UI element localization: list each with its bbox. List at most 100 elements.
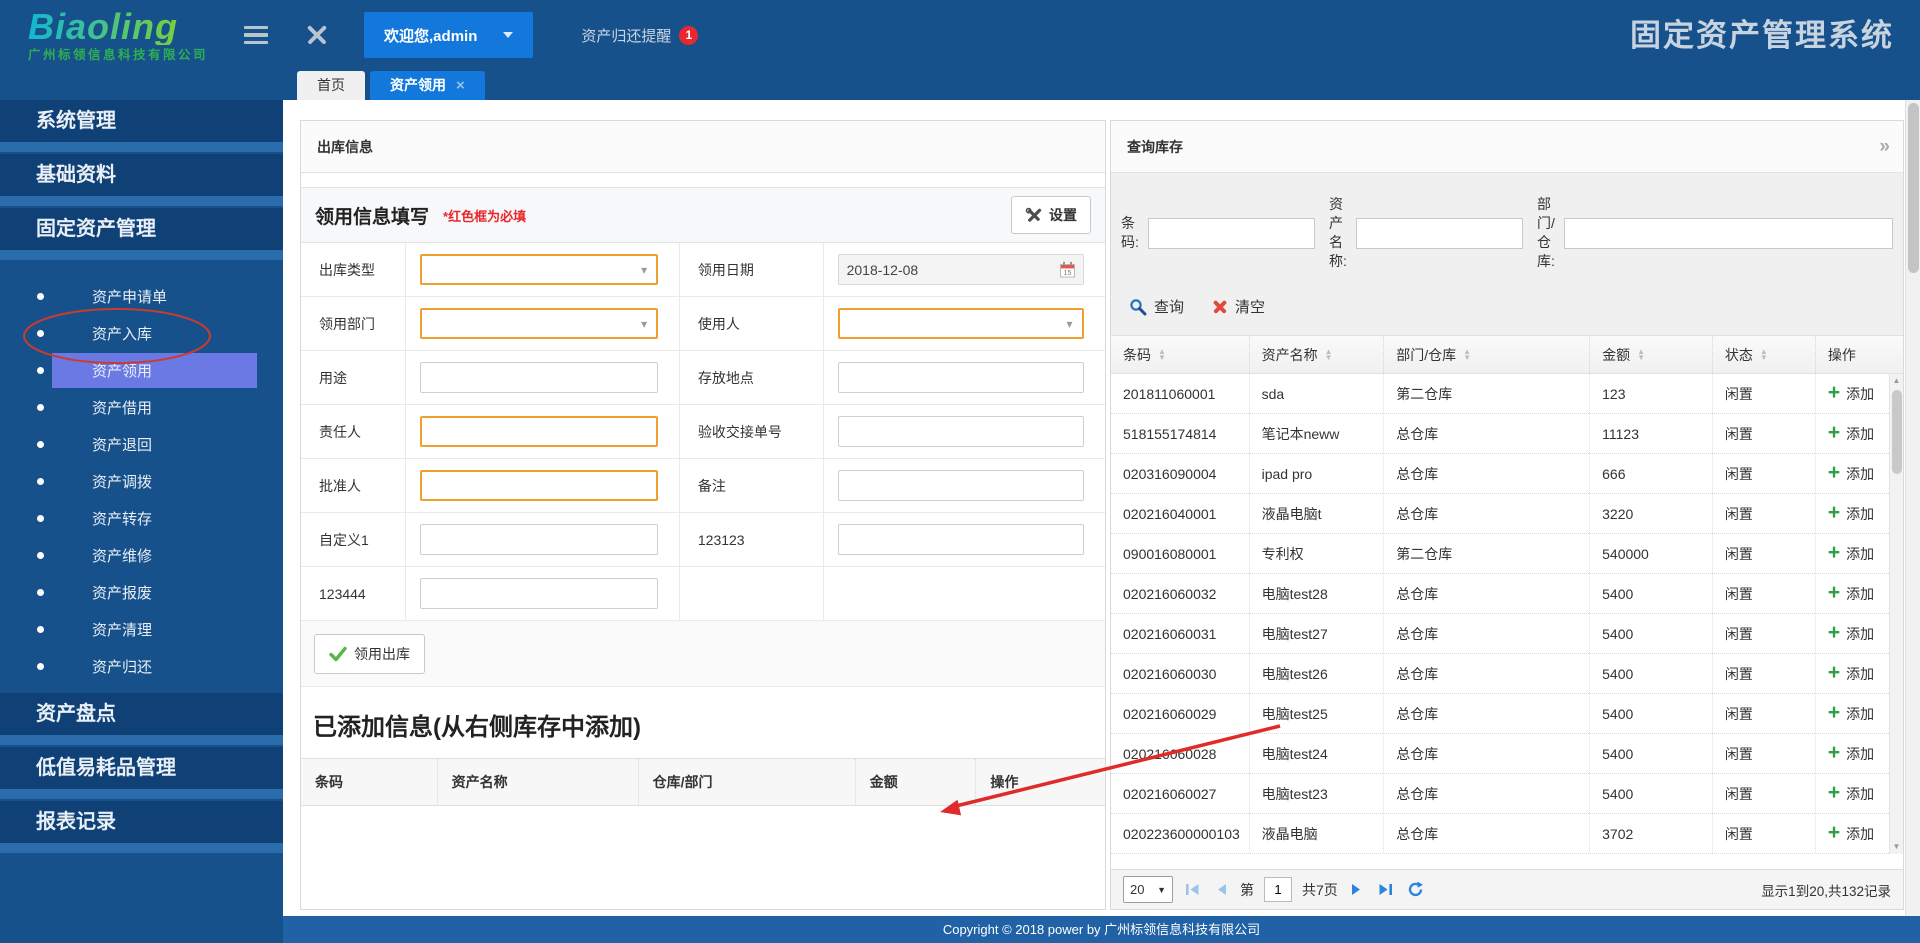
tab-close-icon[interactable]: × [456,78,465,93]
table-row[interactable]: 020216060030 电脑test26 总仓库 5400 闲置 + 添加 [1111,654,1903,694]
outbound-submit-button[interactable]: 领用出库 [314,633,425,674]
form-title: 领用信息填写 [315,206,430,228]
first-page-button[interactable] [1185,882,1201,897]
clear-button[interactable]: 清空 [1212,296,1265,317]
filter-input[interactable] [1148,217,1315,249]
page-scrollbar-thumb[interactable] [1907,103,1919,273]
stock-column-header[interactable]: 状态 ▲ ▼ [1713,336,1816,373]
table-cell: 闲置 [1713,374,1816,413]
table-scrollbar[interactable]: ▲ ▼ [1889,374,1903,854]
scroll-up-icon[interactable]: ▲ [1890,374,1903,388]
form-text-input[interactable] [419,416,659,447]
sidebar-section[interactable]: 低值易耗品管理 [0,747,283,789]
refresh-button[interactable] [1407,881,1424,898]
page-scrollbar[interactable] [1905,100,1920,916]
table-row[interactable]: 090016080001 专利权 第二仓库 540000 闲置 + 添加 [1111,534,1903,574]
filter-input[interactable] [1564,217,1893,249]
sidebar-item[interactable]: 资产报废 [0,574,283,611]
form-text-input[interactable] [837,470,1084,501]
prev-page-button[interactable] [1215,882,1228,897]
form-text-input[interactable] [837,524,1084,555]
plus-icon: + [1827,581,1841,604]
sidebar-item[interactable]: 资产转存 [0,500,283,537]
add-row-button[interactable]: + 添加 [1828,622,1874,644]
form-text-input[interactable] [419,470,659,501]
table-row[interactable]: 020216040001 液晶电脑t 总仓库 3220 闲置 + 添加 [1111,494,1903,534]
add-row-button[interactable]: + 添加 [1828,782,1874,804]
form-text-input[interactable] [837,362,1084,393]
search-button[interactable]: 查询 [1129,296,1184,317]
sidebar-section[interactable]: 资产盘点 [0,693,283,735]
table-row[interactable]: 020216060031 电脑test27 总仓库 5400 闲置 + 添加 [1111,614,1903,654]
return-reminder[interactable]: 资产归还提醒 1 [581,25,699,46]
settings-button[interactable]: 设置 [1011,196,1091,234]
add-row-button[interactable]: + 添加 [1828,742,1874,764]
page-number-input[interactable] [1264,877,1292,902]
sidebar-submenu: 资产申请单 资产入库 资产领用 资产借用 资产退回 资产调拨资产转存资产维修 资产报废 资产清… [0,262,283,693]
logo-subtitle: 广州标领信息科技有限公司 [28,47,209,62]
add-row-button[interactable]: + 添加 [1828,502,1874,524]
page-size-select[interactable]: 20 ▼ [1123,876,1173,903]
table-cell: 闲置 [1713,494,1816,533]
table-row[interactable]: 518155174814 笔记本neww 总仓库 11123 闲置 + 添加 [1111,414,1903,454]
sidebar-item[interactable]: 资产入库 [0,315,283,352]
sidebar-item[interactable]: 资产清理 [0,611,283,648]
last-page-button[interactable] [1377,882,1393,897]
sidebar-item[interactable]: 资产借用 [0,389,283,426]
date-input[interactable]: 2018-12-08 15 [837,254,1084,285]
add-row-button[interactable]: + 添加 [1828,662,1874,684]
table-row[interactable]: 020223600000103 液晶电脑 总仓库 3702 闲置 + 添加 [1111,814,1903,854]
add-row-button[interactable]: + 添加 [1828,382,1874,404]
sidebar-section[interactable]: 系统管理 [0,100,283,142]
table-row[interactable]: 020216060032 电脑test28 总仓库 5400 闲置 + 添加 [1111,574,1903,614]
stock-column-header[interactable]: 资产名称 ▲ ▼ [1250,336,1385,373]
plus-icon: + [1827,461,1841,484]
add-row-button[interactable]: + 添加 [1827,581,1874,604]
add-row-button[interactable]: + 添加 [1828,422,1874,444]
menu-toggle-icon[interactable] [244,25,269,45]
filter-input[interactable] [1356,217,1523,249]
add-row-button[interactable]: + 添加 [1827,461,1875,484]
add-row-button[interactable]: + 添加 [1828,702,1874,724]
sidebar-item[interactable]: 资产归还 [0,648,283,685]
add-row-button[interactable]: + 添加 [1828,542,1874,564]
sidebar-item[interactable]: 资产调拨 [0,463,283,500]
table-cell: 总仓库 [1384,494,1591,533]
form-select[interactable]: ▾ [419,308,659,339]
sidebar-item-active[interactable]: 资产领用 [0,352,283,389]
table-row[interactable]: 020316090004 ipad pro 总仓库 666 闲置 + 添加 [1111,454,1903,494]
sidebar-item[interactable]: 资产申请单 [0,278,283,315]
form-text-input[interactable] [419,578,659,609]
form-select[interactable]: ▾ [837,308,1084,339]
form-text-input[interactable] [837,416,1084,447]
sidebar-item[interactable]: 资产退回 [0,426,283,463]
form-select[interactable]: ▾ [419,254,659,285]
stock-search-area: 条码: 资产名称: 部门/仓库: 查询 清空 [1111,173,1903,336]
stock-column-header[interactable]: 条码 ▲ ▼ [1111,336,1250,373]
next-page-button[interactable] [1350,882,1363,897]
close-icon[interactable] [304,22,330,48]
tab-item[interactable]: 首页 [297,71,365,100]
table-row[interactable]: 020216060028 电脑test24 总仓库 5400 闲置 + 添加 [1111,734,1903,774]
sidebar-section[interactable]: 固定资产管理 [0,208,283,250]
stock-column-header[interactable]: 金额 ▲ ▼ [1590,336,1713,373]
add-label: 添加 [1846,465,1875,482]
table-row[interactable]: 201811060001 sda 第二仓库 123 闲置 + 添加 [1111,374,1903,414]
form-text-input[interactable] [419,524,659,555]
table-row[interactable]: 020216060027 电脑test23 总仓库 5400 闲置 + 添加 [1111,774,1903,814]
add-row-button[interactable]: + 添加 [1828,822,1874,844]
collapse-panel-icon[interactable]: » [1879,121,1889,173]
sidebar-item[interactable]: 资产维修 [0,537,283,574]
sidebar-section[interactable]: 基础资料 [0,154,283,196]
table-cell: 电脑test28 [1250,574,1385,613]
table-row[interactable]: 020216060029 电脑test25 总仓库 5400 闲置 + 添加 [1111,694,1903,734]
tab-active[interactable]: 资产领用 × [370,71,485,100]
scroll-down-icon[interactable]: ▼ [1890,840,1903,854]
sidebar-section[interactable]: 报表记录 [0,801,283,843]
added-table-header: 条码 资产名称 仓库/部门 金额 操作 [301,758,1105,806]
sidebar-item-label: 资产转存 [92,511,153,528]
form-text-input[interactable] [419,362,659,393]
table-scrollbar-thumb[interactable] [1891,390,1902,474]
welcome-user-button[interactable]: 欢迎您,admin [364,12,534,58]
stock-column-header[interactable]: 部门/仓库 ▲ ▼ [1384,336,1591,373]
